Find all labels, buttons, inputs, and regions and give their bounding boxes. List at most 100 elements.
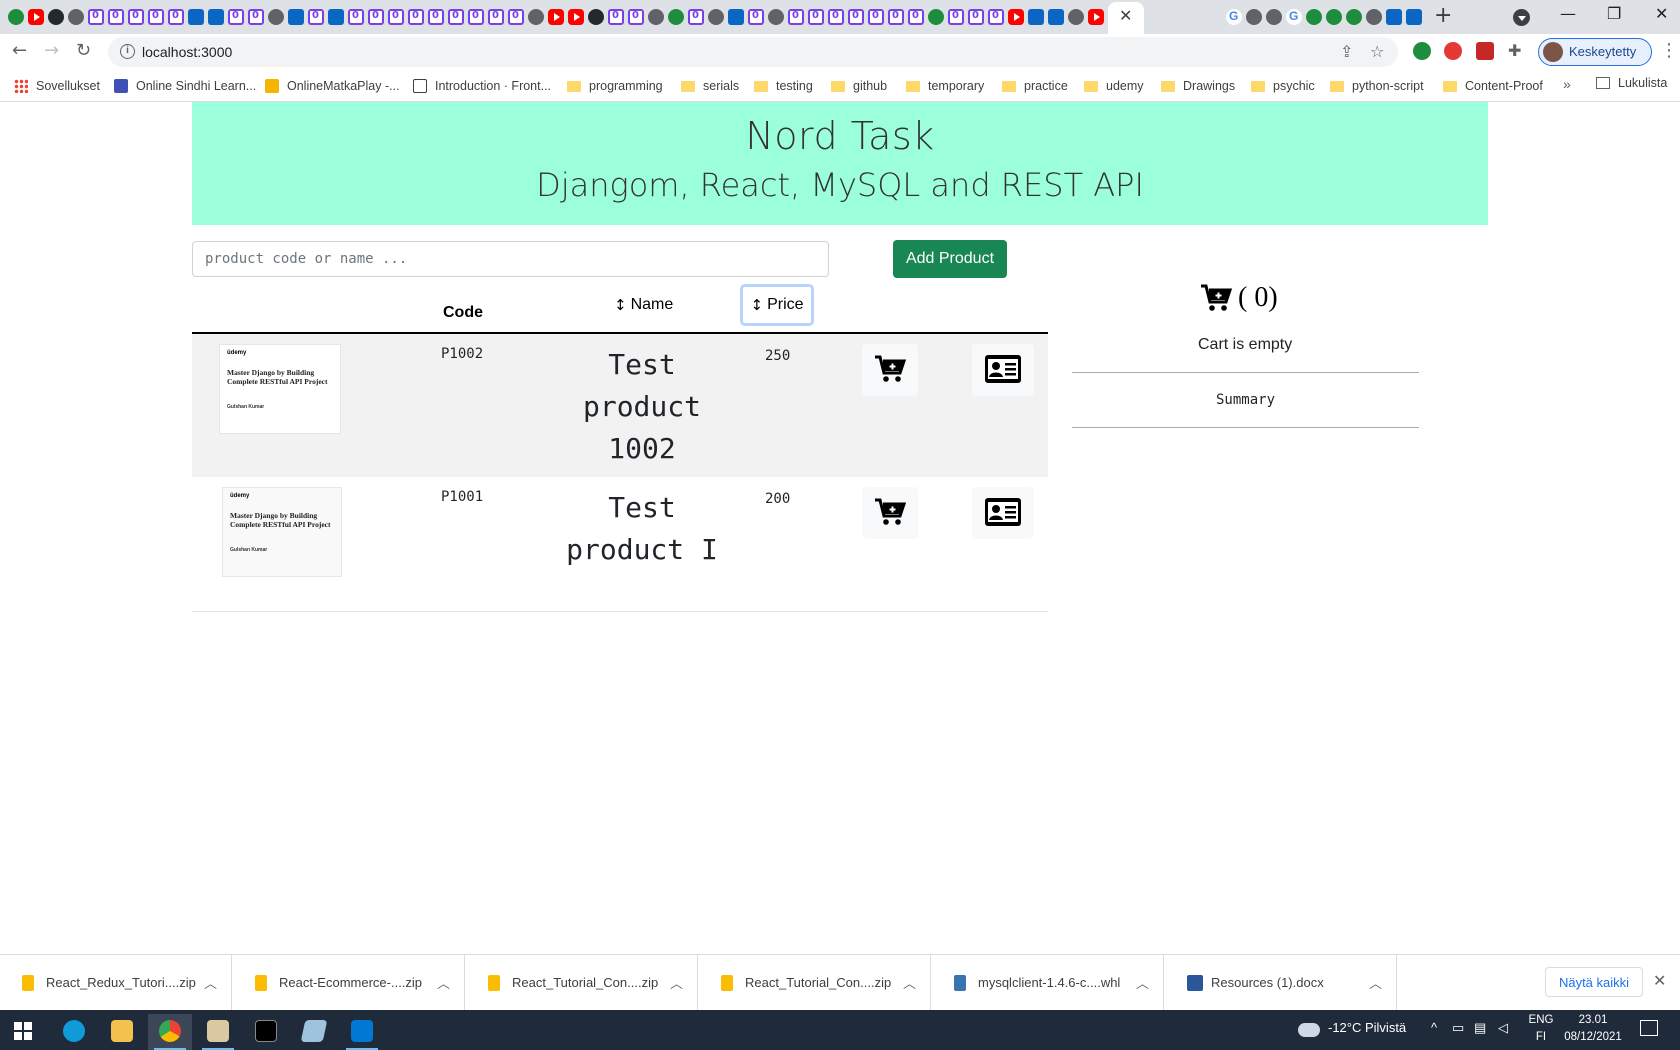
- close-tab-icon[interactable]: ✕: [1119, 6, 1132, 25]
- tab-favicon[interactable]: [1028, 9, 1044, 25]
- tab-favicon[interactable]: [128, 9, 144, 25]
- tab-favicon[interactable]: [1406, 9, 1422, 25]
- tab-favicon[interactable]: [1068, 9, 1084, 25]
- tab-favicon[interactable]: [348, 9, 364, 25]
- column-header-name[interactable]: ↕ Name: [614, 296, 673, 314]
- tab-favicon[interactable]: [308, 9, 324, 25]
- battery-icon[interactable]: ▭: [1452, 1020, 1464, 1036]
- tab-favicon[interactable]: [408, 9, 424, 25]
- tab-favicon[interactable]: [608, 9, 624, 25]
- chevron-up-icon[interactable]: ︿: [670, 973, 683, 992]
- tab-favicon[interactable]: [428, 9, 444, 25]
- taskbar-file-explorer[interactable]: [100, 1014, 144, 1050]
- taskbar-app[interactable]: [196, 1014, 240, 1050]
- tab-favicon[interactable]: [1306, 9, 1322, 25]
- taskbar-app[interactable]: [292, 1014, 336, 1050]
- extensions-puzzle-icon[interactable]: ✚: [1508, 41, 1521, 60]
- clock[interactable]: 23.01 08/12/2021: [1558, 1012, 1628, 1046]
- download-item[interactable]: React-Ecommerce-....zip ︿: [233, 955, 465, 1011]
- taskbar-chrome[interactable]: [148, 1014, 192, 1050]
- tab-favicon[interactable]: [548, 9, 564, 25]
- url-text[interactable]: localhost:3000: [142, 44, 232, 60]
- bookmark-folder[interactable]: testing: [754, 76, 813, 96]
- tab-favicon[interactable]: [988, 9, 1004, 25]
- close-downloads-icon[interactable]: ✕: [1653, 971, 1666, 990]
- tab-favicon[interactable]: [288, 9, 304, 25]
- tab-favicon[interactable]: [1286, 9, 1302, 25]
- tab-favicon[interactable]: [968, 9, 984, 25]
- tab-favicon[interactable]: [328, 9, 344, 25]
- download-item[interactable]: mysqlclient-1.4.6-c....whl ︿: [932, 955, 1164, 1011]
- windows-start-icon[interactable]: [14, 1022, 32, 1040]
- tab-favicon[interactable]: [8, 9, 24, 25]
- bookmark-star-icon[interactable]: ☆: [1370, 42, 1384, 61]
- tab-favicon[interactable]: [1008, 9, 1024, 25]
- tab-favicon[interactable]: [508, 9, 524, 25]
- notification-icon[interactable]: [1640, 1020, 1658, 1036]
- bookmark-folder[interactable]: Drawings: [1161, 76, 1235, 96]
- new-tab-button[interactable]: +: [1434, 3, 1452, 28]
- tab-favicon[interactable]: [1346, 9, 1362, 25]
- product-details-button[interactable]: [972, 344, 1034, 396]
- network-icon[interactable]: ▤: [1474, 1020, 1486, 1036]
- tab-favicon[interactable]: [48, 9, 64, 25]
- share-icon[interactable]: ⇪: [1340, 42, 1353, 61]
- extension-icon[interactable]: [1476, 42, 1494, 60]
- bookmark-folder[interactable]: practice: [1002, 76, 1068, 96]
- bookmark-item[interactable]: OnlineMatkaPlay -...: [265, 76, 400, 96]
- tab-favicon[interactable]: [748, 9, 764, 25]
- tab-favicon[interactable]: [448, 9, 464, 25]
- input-language[interactable]: ENG FI: [1526, 1012, 1556, 1046]
- tab-favicon[interactable]: [88, 9, 104, 25]
- tab-favicon[interactable]: [928, 9, 944, 25]
- bookmark-folder[interactable]: udemy: [1084, 76, 1144, 96]
- weather-text[interactable]: -12°C Pilvistä: [1328, 1020, 1406, 1035]
- tab-favicon[interactable]: [908, 9, 924, 25]
- reload-icon[interactable]: ↻: [76, 40, 91, 61]
- site-info-icon[interactable]: i: [120, 44, 135, 59]
- taskbar-terminal[interactable]: [244, 1014, 288, 1050]
- product-details-button[interactable]: [972, 487, 1034, 539]
- tab-favicon[interactable]: [1326, 9, 1342, 25]
- reading-list-button[interactable]: Lukulista: [1596, 76, 1667, 90]
- forward-icon[interactable]: →: [44, 40, 59, 61]
- bookmark-folder[interactable]: serials: [681, 76, 739, 96]
- tab-favicon[interactable]: [208, 9, 224, 25]
- tab-favicon[interactable]: [68, 9, 84, 25]
- bookmark-folder[interactable]: programming: [567, 76, 663, 96]
- grammarly-extension-icon[interactable]: [1413, 42, 1431, 60]
- tab-favicon[interactable]: [628, 9, 644, 25]
- tab-favicon[interactable]: [188, 9, 204, 25]
- tab-favicon[interactable]: [1266, 9, 1282, 25]
- tab-favicon[interactable]: [588, 9, 604, 25]
- tab-favicon[interactable]: [228, 9, 244, 25]
- bookmark-apps[interactable]: Sovellukset: [14, 76, 100, 96]
- tab-favicon[interactable]: [528, 9, 544, 25]
- download-item[interactable]: React_Redux_Tutori....zip ︿: [0, 955, 232, 1011]
- tab-favicon[interactable]: [768, 9, 784, 25]
- tab-favicon[interactable]: [168, 9, 184, 25]
- download-item[interactable]: Resources (1).docx ︿: [1165, 955, 1397, 1011]
- add-product-button[interactable]: Add Product: [893, 240, 1007, 278]
- tab-favicon[interactable]: [888, 9, 904, 25]
- bookmark-folder[interactable]: temporary: [906, 76, 984, 96]
- tab-favicon[interactable]: [728, 9, 744, 25]
- volume-icon[interactable]: ◁: [1498, 1020, 1508, 1036]
- tab-favicon[interactable]: [568, 9, 584, 25]
- bookmark-folder[interactable]: psychic: [1251, 76, 1315, 96]
- chevron-up-icon[interactable]: ︿: [437, 973, 450, 992]
- chevron-up-icon[interactable]: ︿: [1369, 973, 1382, 992]
- extension-icon[interactable]: [1444, 42, 1462, 60]
- add-to-cart-button[interactable]: [862, 344, 918, 396]
- back-icon[interactable]: ←: [12, 40, 27, 61]
- tab-favicon[interactable]: [788, 9, 804, 25]
- maximize-button[interactable]: ❐: [1607, 4, 1621, 23]
- taskbar-edge[interactable]: [52, 1014, 96, 1050]
- chevron-up-icon[interactable]: ^: [1431, 1020, 1437, 1035]
- menu-kebab-icon[interactable]: ⋮: [1660, 40, 1678, 61]
- bookmark-folder[interactable]: python-script: [1330, 76, 1424, 96]
- search-input[interactable]: [192, 241, 829, 277]
- download-item[interactable]: React_Tutorial_Con....zip ︿: [466, 955, 698, 1011]
- tab-search-icon[interactable]: [1513, 9, 1530, 26]
- tab-favicon[interactable]: [108, 9, 124, 25]
